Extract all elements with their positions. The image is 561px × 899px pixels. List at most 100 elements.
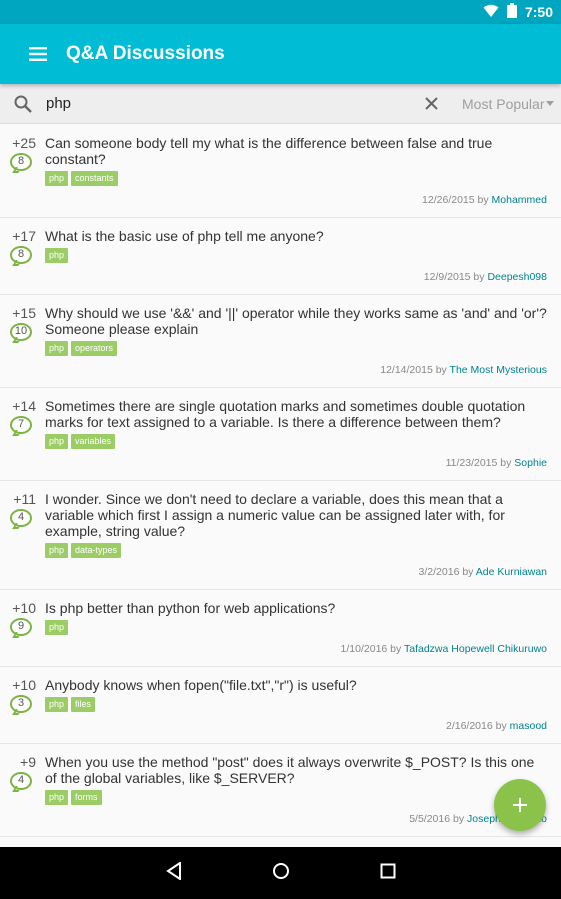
recents-icon[interactable] (380, 863, 396, 884)
list-item[interactable]: +14 7 Sometimes there are single quotati… (0, 388, 561, 481)
post-meta: 12/14/2015 by The Most Mysterious (45, 364, 547, 387)
tag-badge[interactable]: php (45, 790, 69, 805)
by-label: by (453, 813, 465, 825)
comment-icon: 3 (10, 695, 32, 715)
comment-icon: 8 (10, 246, 32, 266)
tag-badge[interactable]: php (45, 434, 69, 449)
tag-badge[interactable]: data-types (71, 543, 122, 558)
vote-count: +14 (12, 398, 36, 414)
tag-badge[interactable]: variables (71, 434, 116, 449)
list-item[interactable]: +25 8 Can someone body tell my what is t… (0, 125, 561, 218)
tag-badge[interactable]: php (45, 697, 69, 712)
plus-icon (513, 798, 527, 812)
answer-count: 9 (17, 620, 25, 632)
tag-badge[interactable]: forms (71, 790, 102, 805)
by-label: by (435, 364, 447, 376)
search-input[interactable] (46, 95, 416, 112)
post-date: 5/5/2016 (409, 813, 451, 825)
post-meta: 3/2/2016 by Ade Kurniawan (45, 566, 547, 589)
sort-dropdown[interactable]: Most Popular (462, 96, 555, 112)
question-text[interactable]: Why should we use '&&' and '||' operator… (45, 305, 547, 337)
list-item[interactable]: +11 4 I wonder. Since we don't need to d… (0, 481, 561, 590)
by-label: by (390, 643, 402, 655)
search-bar: Most Popular (0, 84, 561, 124)
tag-badge[interactable]: operators (71, 341, 118, 356)
wifi-icon (483, 4, 499, 21)
post-date: 3/2/2016 (418, 566, 460, 578)
author-link[interactable]: Tafadzwa Hopewell Chikuruwo (404, 643, 547, 655)
search-icon[interactable] (0, 95, 46, 113)
tag-badge[interactable]: php (45, 620, 69, 635)
vote-count: +10 (12, 600, 36, 616)
system-nav-bar (0, 847, 561, 899)
home-icon[interactable] (272, 862, 290, 885)
author-link[interactable]: Sophie (514, 457, 547, 469)
close-icon[interactable] (416, 89, 446, 119)
question-text[interactable]: When you use the method "post" does it a… (45, 754, 547, 786)
vote-count: +11 (13, 491, 36, 507)
tag-badge[interactable]: php (45, 171, 69, 186)
question-list: +25 8 Can someone body tell my what is t… (0, 125, 561, 847)
list-item[interactable]: +15 10 Why should we use '&&' and '||' o… (0, 295, 561, 388)
back-icon[interactable] (165, 860, 182, 885)
battery-icon (506, 3, 517, 21)
list-item[interactable]: +9 4 When you use the method "post" does… (0, 744, 561, 837)
clock: 7:50 (524, 4, 553, 20)
answer-count: 3 (17, 697, 25, 709)
vote-count: +17 (12, 228, 36, 244)
list-item[interactable]: +7 4 Do you think that php better to sta… (0, 837, 561, 847)
author-link[interactable]: Deepesh098 (487, 271, 547, 283)
status-bar: 7:50 (0, 0, 561, 24)
vote-count: +15 (12, 305, 36, 321)
tag-list: php files (45, 697, 547, 712)
answer-count: 4 (17, 511, 25, 523)
menu-icon[interactable] (10, 26, 66, 82)
author-link[interactable]: The Most Mysterious (450, 364, 547, 376)
post-meta: 2/16/2016 by masood (45, 720, 547, 743)
list-item[interactable]: +10 9 Is php better than python for web … (0, 590, 561, 667)
by-label: by (477, 194, 489, 206)
comment-icon: 4 (10, 772, 32, 792)
comment-icon: 8 (10, 153, 32, 173)
list-item[interactable]: +17 8 What is the basic use of php tell … (0, 218, 561, 295)
question-text[interactable]: Anybody knows when fopen("file.txt","r")… (45, 677, 547, 693)
post-meta: 12/9/2015 by Deepesh098 (45, 271, 547, 294)
tag-list: php operators (45, 341, 547, 356)
answer-count: 8 (17, 248, 25, 260)
tag-badge[interactable]: php (45, 543, 69, 558)
question-text[interactable]: What is the basic use of php tell me any… (45, 228, 547, 244)
vote-count: +10 (12, 677, 36, 693)
author-link[interactable]: Ade Kurniawan (476, 566, 547, 578)
question-text[interactable]: Can someone body tell my what is the dif… (45, 135, 547, 167)
list-item[interactable]: +10 3 Anybody knows when fopen("file.txt… (0, 667, 561, 744)
question-text[interactable]: I wonder. Since we don't need to declare… (45, 491, 547, 539)
answer-count: 7 (17, 418, 25, 430)
post-date: 11/23/2015 (445, 457, 498, 469)
page-title: Q&A Discussions (66, 43, 225, 64)
comment-icon: 10 (10, 323, 32, 343)
vote-count: +25 (12, 135, 36, 151)
question-text[interactable]: Sometimes there are single quotation mar… (45, 398, 547, 430)
by-label: by (473, 271, 485, 283)
comment-icon: 9 (10, 618, 32, 638)
post-meta: 12/26/2015 by Mohammed (45, 194, 547, 217)
add-question-button[interactable] (494, 779, 546, 831)
post-date: 12/9/2015 (423, 271, 471, 283)
tag-badge[interactable]: php (45, 248, 69, 263)
answer-count: 10 (14, 325, 28, 337)
question-text[interactable]: Is php better than python for web applic… (45, 600, 547, 616)
answer-count: 8 (17, 155, 25, 167)
by-label: by (495, 720, 507, 732)
author-link[interactable]: Mohammed (492, 194, 547, 206)
post-meta: 1/10/2016 by Tafadzwa Hopewell Chikuruwo (45, 643, 547, 666)
author-link[interactable]: masood (510, 720, 547, 732)
tag-badge[interactable]: files (71, 697, 96, 712)
tag-list: php constants (45, 171, 547, 186)
comment-icon: 4 (10, 509, 32, 529)
tag-list: php data-types (45, 543, 547, 558)
tag-badge[interactable]: constants (71, 171, 118, 186)
post-meta: 11/23/2015 by Sophie (45, 457, 547, 480)
comment-icon: 7 (10, 416, 32, 436)
vote-count: +9 (20, 754, 36, 770)
tag-badge[interactable]: php (45, 341, 69, 356)
